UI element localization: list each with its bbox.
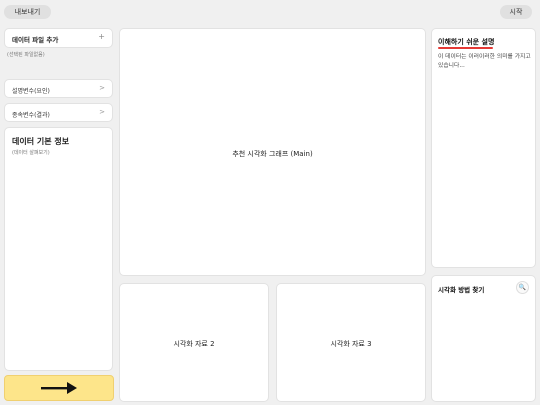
chart-2-area: 시각화 자료 2	[119, 283, 269, 402]
independent-variable-label: 설명변수(요인)	[12, 88, 50, 95]
search-icon[interactable]: 🔍	[516, 281, 529, 294]
data-info-panel: 데이터 기본 정보 (데이터 살펴보기)	[4, 127, 113, 371]
selected-file-status: (선택된 파일없음)	[7, 52, 45, 58]
start-button[interactable]: 시작	[500, 5, 532, 19]
data-info-subtitle: (데이터 살펴보기)	[12, 150, 50, 156]
data-info-title: 데이터 기본 정보	[12, 137, 70, 146]
chevron-right-icon: >	[99, 108, 105, 116]
arrow-right-icon	[41, 382, 77, 394]
explanation-panel: 이해하기 쉬운 설명 이 데이터는 이러이러한 의미를 가지고 있습니다...	[431, 28, 536, 268]
next-arrow-button[interactable]	[4, 375, 114, 401]
chart-2-label: 시각화 자료 2	[173, 340, 215, 348]
dependent-variable-label: 종속변수(결과)	[12, 112, 50, 119]
add-data-file-button[interactable]: 데이터 파일 추가 +	[4, 28, 113, 48]
title-underline	[438, 47, 493, 49]
export-button[interactable]: 내보내기	[4, 5, 51, 19]
find-method-title: 시각화 방법 찾기	[438, 286, 485, 294]
chart-3-label: 시각화 자료 3	[330, 340, 372, 348]
explanation-body: 이 데이터는 이러이러한 의미를 가지고 있습니다...	[438, 54, 531, 69]
main-chart-area: 추천 시각화 그래프 (Main)	[119, 28, 426, 276]
explanation-title: 이해하기 쉬운 설명	[438, 38, 495, 46]
add-file-title: 데이터 파일 추가	[12, 36, 59, 44]
main-chart-label: 추천 시각화 그래프 (Main)	[232, 150, 313, 158]
find-visualization-method-panel: 시각화 방법 찾기 🔍	[431, 275, 536, 402]
independent-variable-selector[interactable]: 설명변수(요인) >	[4, 79, 113, 98]
chart-3-area: 시각화 자료 3	[276, 283, 426, 402]
plus-icon: +	[98, 32, 105, 41]
chevron-right-icon: >	[99, 84, 105, 92]
dependent-variable-selector[interactable]: 종속변수(결과) >	[4, 103, 113, 122]
